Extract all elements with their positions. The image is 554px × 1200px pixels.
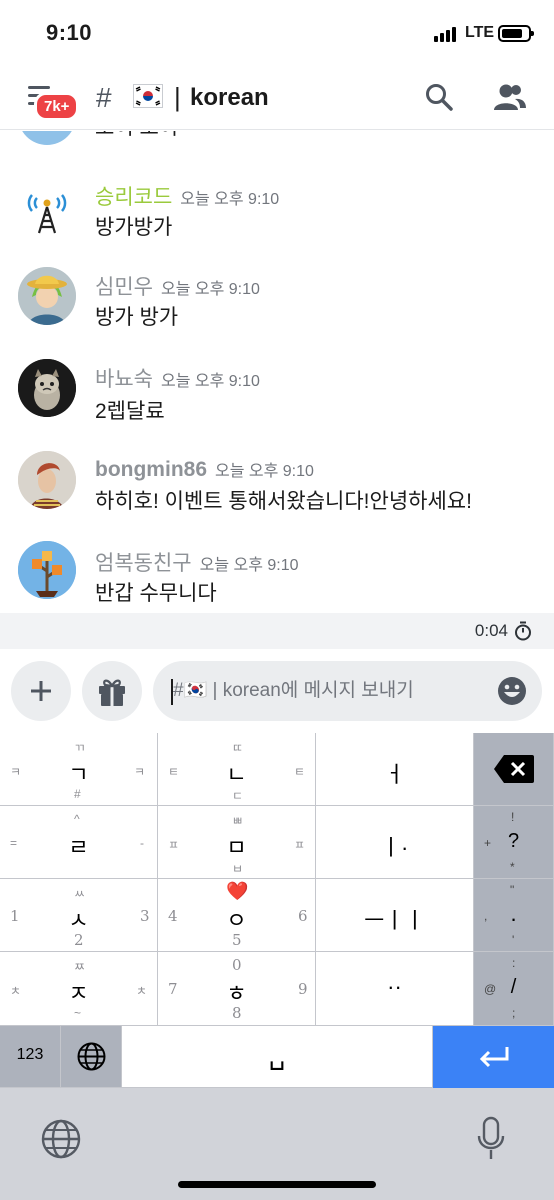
avatar[interactable]	[18, 267, 76, 325]
message-item[interactable]: 바뇨숙 오늘 오후 9:10 2렙달료	[0, 355, 554, 435]
key-hieut[interactable]: 0 7 ㅎ 9 8	[158, 952, 316, 1026]
message-input-container[interactable]	[153, 661, 542, 721]
message-timestamp: 오늘 오후 9:10	[180, 191, 280, 208]
status-bar: 9:10 LTE	[0, 0, 554, 68]
key-siot[interactable]: ㅆ 1 ㅅ 3 2	[0, 879, 158, 952]
channel-header	[0, 68, 554, 130]
message-author[interactable]: bongmin86	[95, 458, 207, 481]
key-giyeok[interactable]: ㄲ ㅋ ㄱ ㅋ #	[0, 733, 158, 806]
signal-strength-icon	[434, 26, 460, 42]
message-text: 2렙달료	[95, 400, 165, 423]
stopwatch-icon	[514, 621, 532, 646]
key-question[interactable]: ! + ? *	[474, 806, 554, 879]
message-item[interactable]: 승리코드 오늘 오후 9:10 방가방가	[0, 171, 554, 251]
key-eo[interactable]: ㅓ	[316, 733, 474, 806]
return-key[interactable]	[433, 1026, 554, 1088]
key-i-dot[interactable]: ㅣ·	[316, 806, 474, 879]
message-input[interactable]	[173, 661, 483, 721]
message-item[interactable]: 오이 오이	[0, 131, 554, 157]
key-jieut[interactable]: ㅉ ㅊ ㅈ ㅊ ~	[0, 952, 158, 1026]
gift-icon	[99, 679, 125, 706]
avatar[interactable]	[18, 177, 76, 235]
message-text: 반갑 수무니다	[95, 582, 217, 605]
message-text: 오이 오이	[95, 131, 178, 141]
upload-timer-bar: 0:04	[0, 613, 554, 649]
mention-badge: 7k+	[34, 92, 80, 121]
search-icon[interactable]	[424, 82, 454, 117]
battery-icon	[498, 25, 534, 42]
members-icon[interactable]	[493, 82, 527, 117]
key-nieun[interactable]: ㄸ ㅌ ㄴ ㅌ ㄷ	[158, 733, 316, 806]
message-item[interactable]: bongmin86 오늘 오후 9:10 하히호! 이벤트 통해서왔습니다!안녕하…	[0, 447, 554, 527]
emoji-icon[interactable]	[496, 675, 528, 712]
key-double-dot[interactable]: ··	[316, 952, 474, 1026]
message-item[interactable]: 심민우 오늘 오후 9:10 방가 방가	[0, 263, 554, 343]
korean-keyboard: ㄲ ㅋ ㄱ ㅋ # ㄸ ㅌ ㄴ ㅌ ㄷ ㅓ ^ = ㄹ - ㅃ ㅍ ㅁ ㅍ ㅂ …	[0, 733, 554, 1200]
microphone-icon[interactable]	[476, 1116, 506, 1167]
channel-hash-icon: #	[96, 82, 112, 113]
avatar[interactable]	[18, 131, 76, 145]
avatar[interactable]	[18, 451, 76, 509]
message-text: 하히호! 이벤트 통해서왔습니다!안녕하세요!	[95, 490, 472, 513]
message-author[interactable]: 바뇨숙	[95, 368, 153, 391]
message-author[interactable]: 심민우	[95, 276, 153, 299]
space-key[interactable]: ␣	[122, 1026, 433, 1088]
return-icon	[479, 1047, 509, 1068]
key-rieul[interactable]: ^ = ㄹ -	[0, 806, 158, 879]
message-list[interactable]: 오이 오이 승리코드오늘 오후 9:10 방가방가	[0, 131, 554, 613]
home-indicator[interactable]	[178, 1181, 376, 1188]
message-composer	[0, 649, 554, 733]
plus-icon	[31, 681, 51, 701]
message-timestamp: 오늘 오후 9:10	[160, 281, 260, 298]
key-slash[interactable]: : @ / ;	[474, 952, 554, 1026]
message-author[interactable]: 엄복동친구	[95, 552, 192, 575]
avatar[interactable]	[18, 541, 76, 599]
channel-name[interactable]: korean	[190, 84, 269, 112]
status-time: 9:10	[46, 20, 93, 45]
message-timestamp: 오늘 오후 9:10	[215, 463, 314, 480]
message-text: 방가 방가	[95, 306, 179, 329]
message-item[interactable]: 엄복동친구 오늘 오후 9:10 반갑 수무니다	[0, 539, 554, 613]
avatar[interactable]	[18, 359, 76, 417]
network-type: LTE	[465, 24, 495, 41]
elapsed-time: 0:04	[474, 621, 508, 640]
language-key[interactable]	[61, 1026, 122, 1088]
globe-icon[interactable]	[40, 1118, 82, 1165]
message-timestamp: 오늘 오후 9:10	[160, 373, 260, 390]
key-eu-i[interactable]: ㅡㅣㅣ	[316, 879, 474, 952]
message-author[interactable]: 승리코드	[95, 186, 172, 209]
add-attachment-button[interactable]	[11, 661, 71, 721]
key-mieum[interactable]: ㅃ ㅍ ㅁ ㅍ ㅂ	[158, 806, 316, 879]
korea-flag-icon	[133, 84, 163, 113]
backspace-key[interactable]	[474, 733, 554, 806]
gift-button[interactable]	[82, 661, 142, 721]
numbers-key[interactable]: 123	[0, 1026, 61, 1088]
message-text: 방가방가	[95, 216, 173, 239]
key-ieung[interactable]: ❤️ 4 ㅇ 6 5	[158, 879, 316, 952]
key-period[interactable]: " , . '	[474, 879, 554, 952]
channel-separator: |	[174, 82, 181, 112]
message-timestamp: 오늘 오후 9:10	[199, 557, 299, 574]
globe-icon	[77, 1042, 106, 1071]
delete-icon	[494, 755, 534, 783]
